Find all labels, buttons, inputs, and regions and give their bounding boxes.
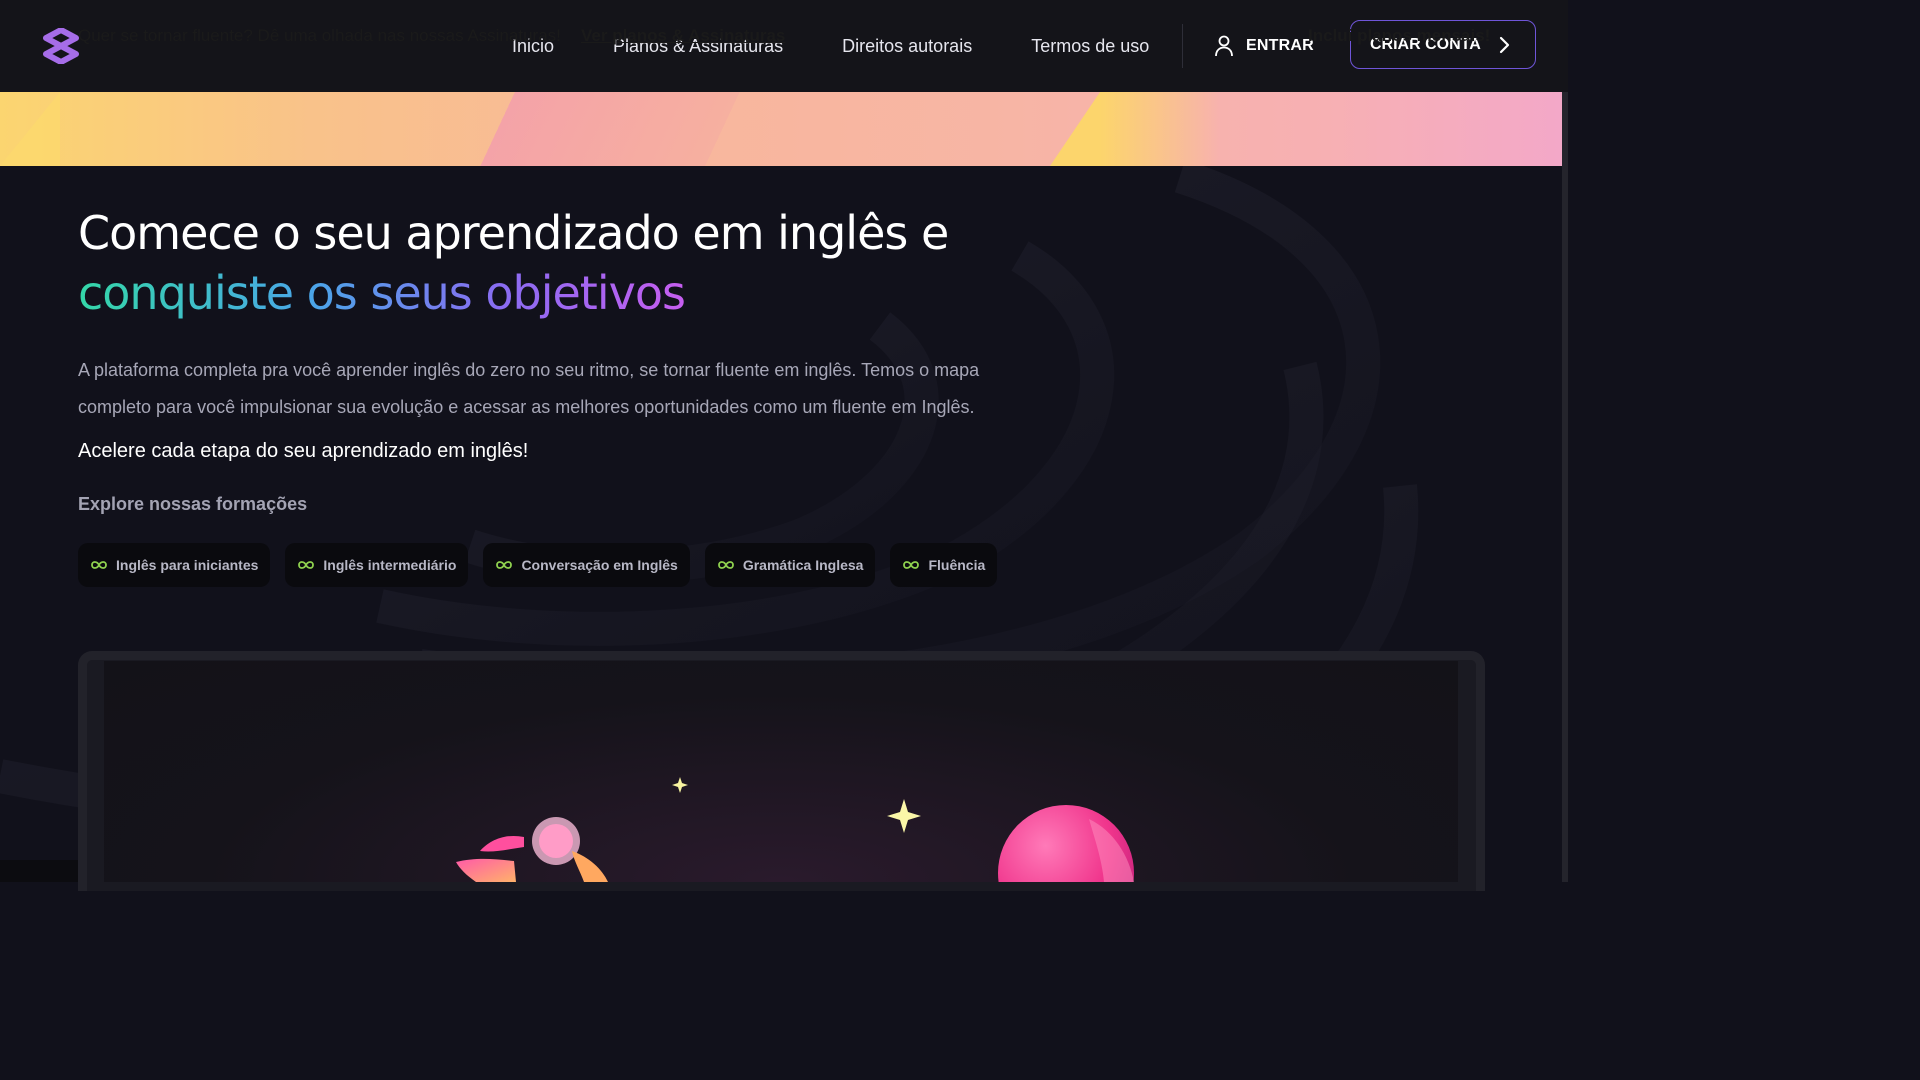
hero-title-line2: conquiste os seus objetivos bbox=[78, 266, 686, 320]
nav-divider bbox=[1182, 24, 1183, 68]
chip-label: Conversação em Inglês bbox=[521, 557, 678, 573]
explore-label: Explore nossas formações bbox=[78, 494, 308, 514]
chip-label: Inglês intermediário bbox=[323, 557, 457, 573]
promo-banner bbox=[0, 92, 1562, 166]
infinity-icon bbox=[298, 561, 315, 569]
chip-intermediario[interactable]: Inglês intermediário bbox=[285, 543, 469, 587]
top-navigation: Inicio Planos & Assinaturas Direitos aut… bbox=[0, 0, 1568, 92]
chip-label: Inglês para iniciantes bbox=[116, 557, 259, 573]
nav-links: Inicio Planos & Assinaturas Direitos aut… bbox=[512, 0, 1208, 92]
infinity-icon bbox=[91, 561, 107, 569]
chip-iniciantes[interactable]: Inglês para iniciantes bbox=[78, 543, 271, 587]
nav-link-direitos[interactable]: Direitos autorais bbox=[842, 36, 972, 57]
chip-conversacao[interactable]: Conversação em Inglês bbox=[483, 543, 690, 587]
banner-plans-link[interactable]: Ver planos & Assinaturas bbox=[581, 26, 785, 46]
infinity-icon bbox=[496, 561, 513, 569]
chip-label: Gramática Inglesa bbox=[742, 557, 864, 573]
banner-text: Quer se tornar fluente? Dê uma olhada na… bbox=[78, 26, 561, 45]
astronaut-figure bbox=[456, 817, 608, 882]
user-icon bbox=[1215, 35, 1233, 57]
hero-description: A plataforma completa pra você aprender … bbox=[78, 360, 980, 417]
space-illustration bbox=[456, 777, 1134, 882]
nav-link-termos[interactable]: Termos de uso bbox=[1031, 36, 1149, 57]
hero-subtitle: Acelere cada etapa do seu aprendizado em… bbox=[78, 440, 529, 462]
preview-illustration bbox=[104, 661, 1458, 882]
infinity-icon bbox=[903, 561, 920, 569]
infinity-icon bbox=[717, 561, 734, 569]
banner-monthly-note: Inclui planos mensais! bbox=[1308, 26, 1491, 45]
course-chips: Inglês para iniciantes Inglês intermediá… bbox=[78, 543, 998, 587]
sparkle-icon bbox=[887, 799, 921, 833]
logo-icon[interactable] bbox=[42, 28, 80, 64]
page-bottom-edge bbox=[0, 860, 78, 882]
banner-decoration bbox=[1100, 92, 1220, 166]
login-button[interactable]: ENTRAR bbox=[1214, 30, 1314, 62]
banner-decoration bbox=[440, 92, 780, 166]
chevron-right-icon bbox=[1499, 36, 1509, 53]
banner-decoration bbox=[0, 92, 60, 166]
chip-gramatica[interactable]: Gramática Inglesa bbox=[704, 543, 876, 587]
sparkle-icon bbox=[672, 777, 688, 793]
login-label: ENTRAR bbox=[1246, 37, 1314, 54]
banner-decoration bbox=[1050, 92, 1100, 166]
scrollbar-track[interactable] bbox=[1562, 92, 1568, 882]
chip-fluencia[interactable]: Fluência bbox=[890, 543, 998, 587]
hero-title-line1: Comece o seu aprendizado em inglês e bbox=[78, 206, 949, 260]
chip-label: Fluência bbox=[928, 557, 986, 573]
